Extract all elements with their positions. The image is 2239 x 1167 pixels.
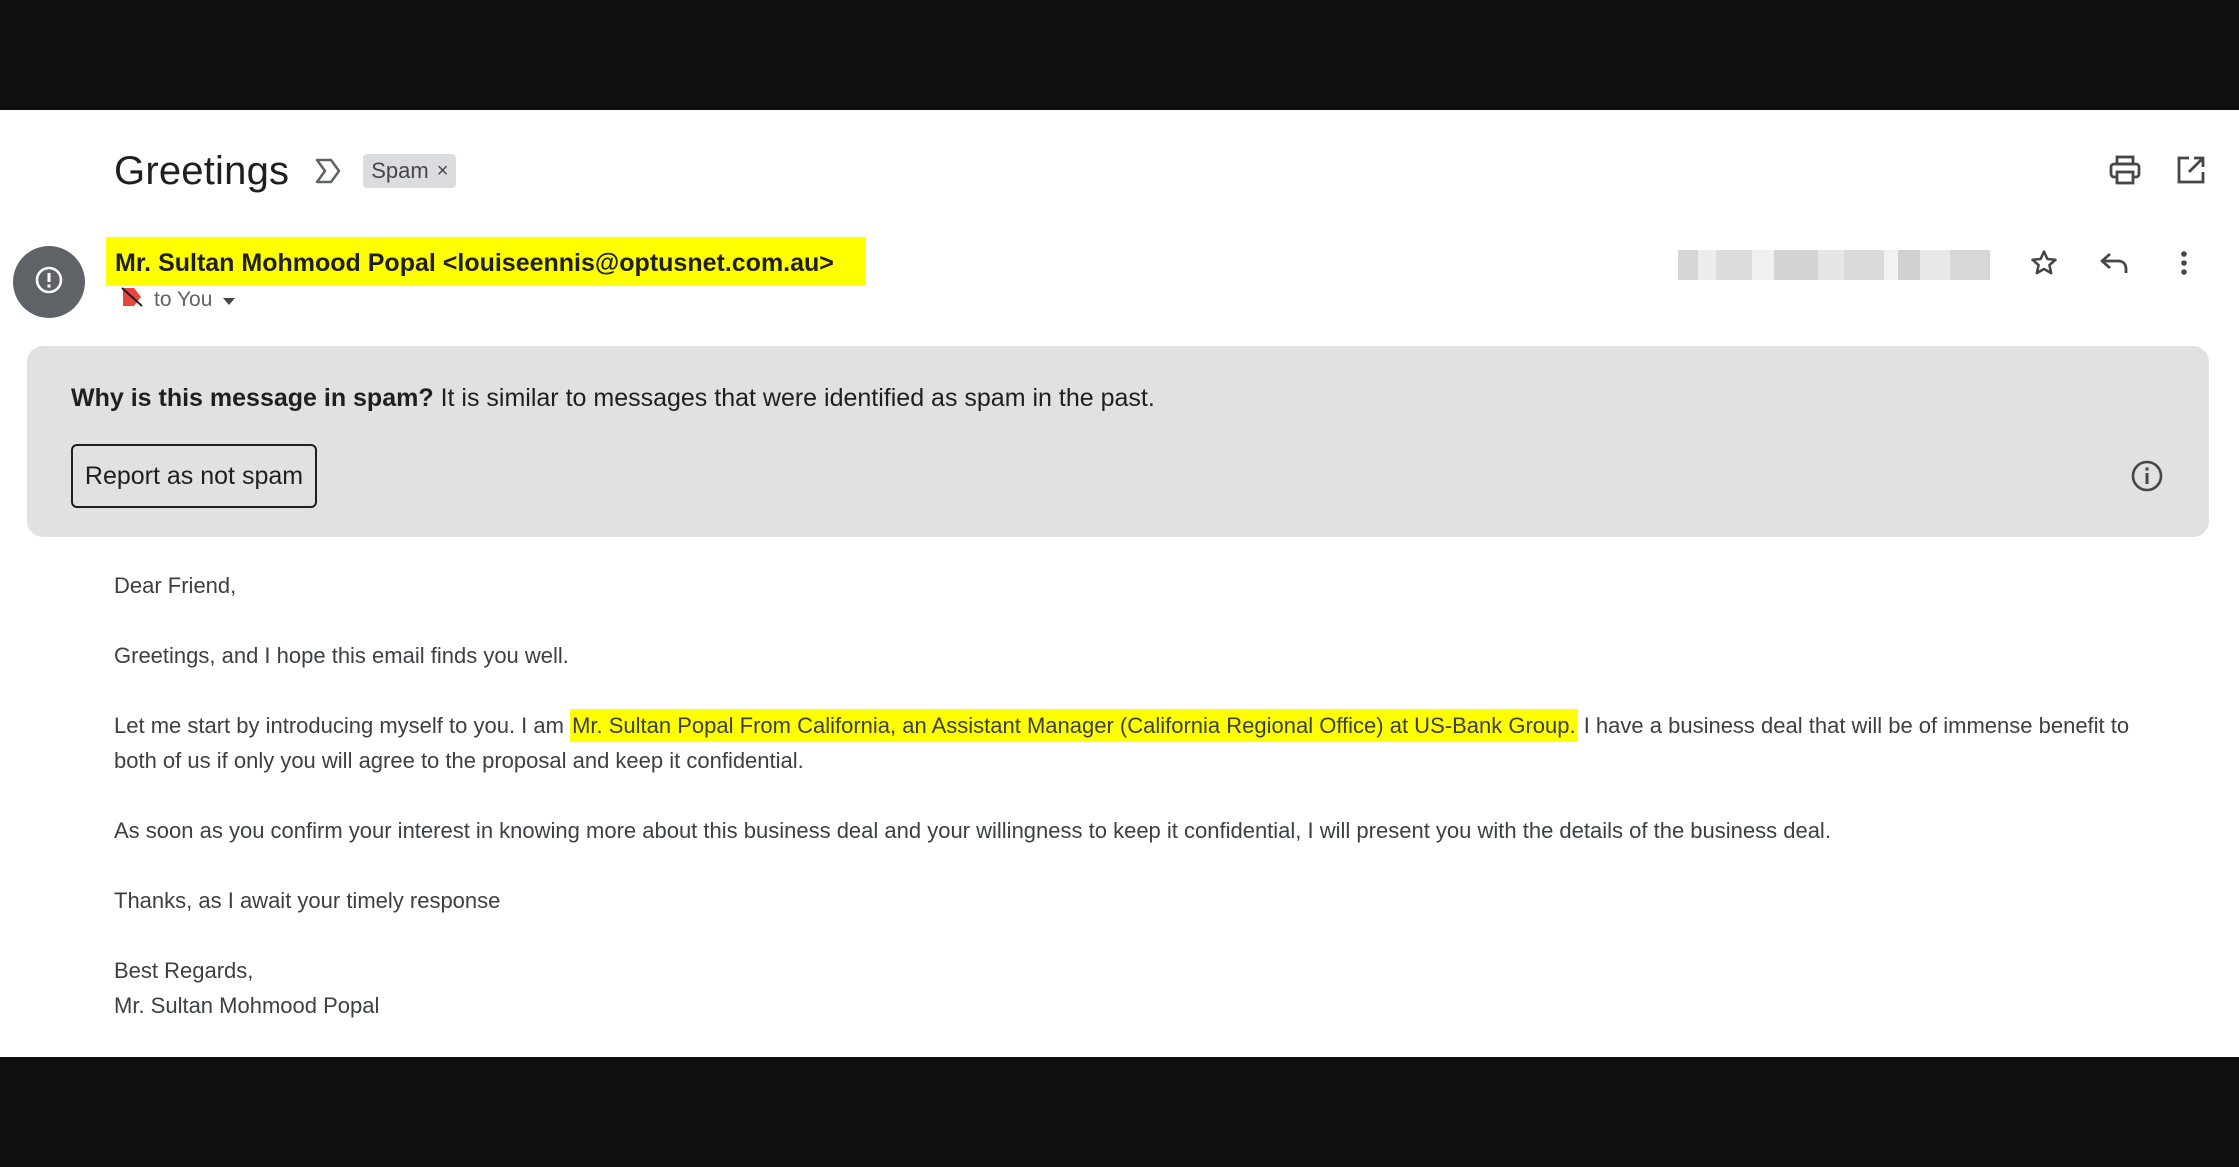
body-paragraph-4: Thanks, as I await your timely response bbox=[114, 888, 501, 913]
body-paragraph-1: Greetings, and I hope this email finds y… bbox=[114, 643, 569, 668]
importance-marker-icon[interactable] bbox=[313, 157, 343, 185]
recipient-label[interactable]: to You bbox=[154, 288, 212, 312]
email-subject: Greetings bbox=[114, 148, 290, 193]
subject-row: Greetings Spam × bbox=[114, 144, 457, 198]
sender-name-email[interactable]: Mr. Sultan Mohmood Popal <louiseennis@op… bbox=[115, 249, 834, 278]
spam-warning-banner: Why is this message in spam? It is simil… bbox=[27, 346, 2209, 537]
body-signoff: Best Regards, bbox=[114, 958, 254, 983]
body-signature: Mr. Sultan Mohmood Popal bbox=[114, 993, 380, 1018]
message-actions bbox=[2026, 245, 2202, 281]
report-not-spam-button[interactable]: Report as not spam bbox=[71, 444, 317, 508]
chevron-down-icon[interactable] bbox=[222, 288, 236, 312]
spam-reason: Why is this message in spam? It is simil… bbox=[71, 384, 1155, 413]
more-vert-icon[interactable] bbox=[2166, 245, 2202, 281]
spam-reason-question: Why is this message in spam? bbox=[71, 384, 434, 412]
body-paragraph-2: Let me start by introducing myself to yo… bbox=[114, 708, 2164, 778]
phishing-tag-icon bbox=[120, 286, 144, 314]
warning-icon bbox=[34, 265, 64, 300]
thread-actions bbox=[2107, 152, 2209, 188]
spam-reason-explanation: It is similar to messages that were iden… bbox=[433, 384, 1155, 412]
sender-avatar[interactable] bbox=[13, 246, 85, 318]
open-in-new-window-icon[interactable] bbox=[2173, 152, 2209, 188]
spam-label-chip: Spam × bbox=[363, 154, 457, 188]
date-redacted bbox=[1678, 250, 1990, 280]
info-icon[interactable] bbox=[2129, 458, 2165, 494]
body-paragraph-3: As soon as you confirm your interest in … bbox=[114, 818, 1831, 843]
email-body: Dear Friend, Greetings, and I hope this … bbox=[114, 568, 2164, 1023]
reply-icon[interactable] bbox=[2096, 245, 2132, 281]
spam-label-text: Spam bbox=[371, 158, 429, 183]
highlighted-claim: Mr. Sultan Popal From California, an Ass… bbox=[570, 709, 1578, 742]
body-paragraph-2-start: Let me start by introducing myself to yo… bbox=[114, 713, 571, 738]
body-greeting: Dear Friend, bbox=[114, 573, 237, 598]
print-icon[interactable] bbox=[2107, 152, 2143, 188]
star-icon[interactable] bbox=[2026, 245, 2062, 281]
remove-label-button[interactable]: × bbox=[437, 160, 449, 183]
recipient-row: to You bbox=[120, 286, 236, 314]
